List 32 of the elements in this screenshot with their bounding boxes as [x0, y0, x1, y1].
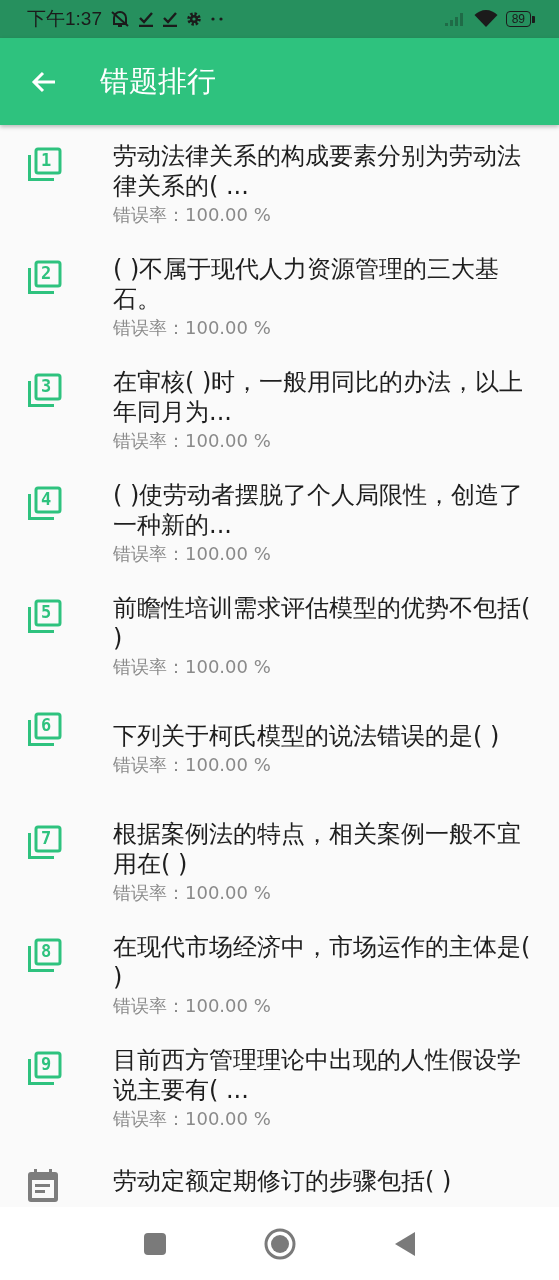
check-icon: [138, 11, 154, 27]
question-title: 劳动定额定期修订的步骤包括( ): [113, 1166, 453, 1196]
question-title: 在审核( )时，一般用同比的办法，以上年同月为...: [113, 366, 525, 427]
status-time: 下午1:37: [27, 7, 102, 31]
question-title: 前瞻性培训需求评估模型的优势不包括( ): [113, 592, 532, 653]
recents-button[interactable]: [143, 1232, 166, 1255]
wifi-icon: [473, 10, 498, 28]
back-nav-button[interactable]: [393, 1230, 416, 1257]
more-dots-icon: [210, 16, 224, 22]
question-title: 劳动法律关系的构成要素分别为劳动法律关系的( ...: [113, 140, 522, 201]
error-rate: 错误率：100.00 %: [113, 752, 272, 777]
question-title: ( )不属于现代人力资源管理的三大基石。: [113, 253, 501, 314]
error-rate: 错误率：100.00 %: [113, 880, 272, 905]
error-rate: 错误率：100.00 %: [113, 654, 272, 679]
muted-bell-icon: [110, 10, 130, 28]
error-rate: 错误率：100.00 %: [113, 993, 272, 1018]
error-rate: 错误率：100.00 %: [113, 541, 272, 566]
check-icon: [162, 11, 178, 27]
question-title: 在现代市场经济中，市场运作的主体是( ): [113, 931, 532, 992]
calendar-icon: [26, 1168, 60, 1204]
question-title: 目前西方管理理论中出现的人性假设学说主要有( ...: [113, 1044, 522, 1105]
error-rate: 错误率：100.00 %: [113, 1106, 272, 1131]
error-rate: 错误率：100.00 %: [113, 202, 272, 227]
page-title: 错题排行: [100, 62, 216, 100]
question-title: 根据案例法的特点，相关案例一般不宜用在( ): [113, 818, 522, 879]
error-rate: 错误率：100.00 %: [113, 428, 272, 453]
home-button[interactable]: [263, 1227, 296, 1260]
question-title: 下列关于柯氏模型的说法错误的是( ): [113, 720, 501, 751]
signal-icon: [443, 11, 466, 27]
question-title: ( )使劳动者摆脱了个人局限性，创造了一种新的...: [113, 479, 525, 540]
error-rate: 错误率：100.00 %: [113, 315, 272, 340]
gear-icon: [186, 11, 202, 27]
